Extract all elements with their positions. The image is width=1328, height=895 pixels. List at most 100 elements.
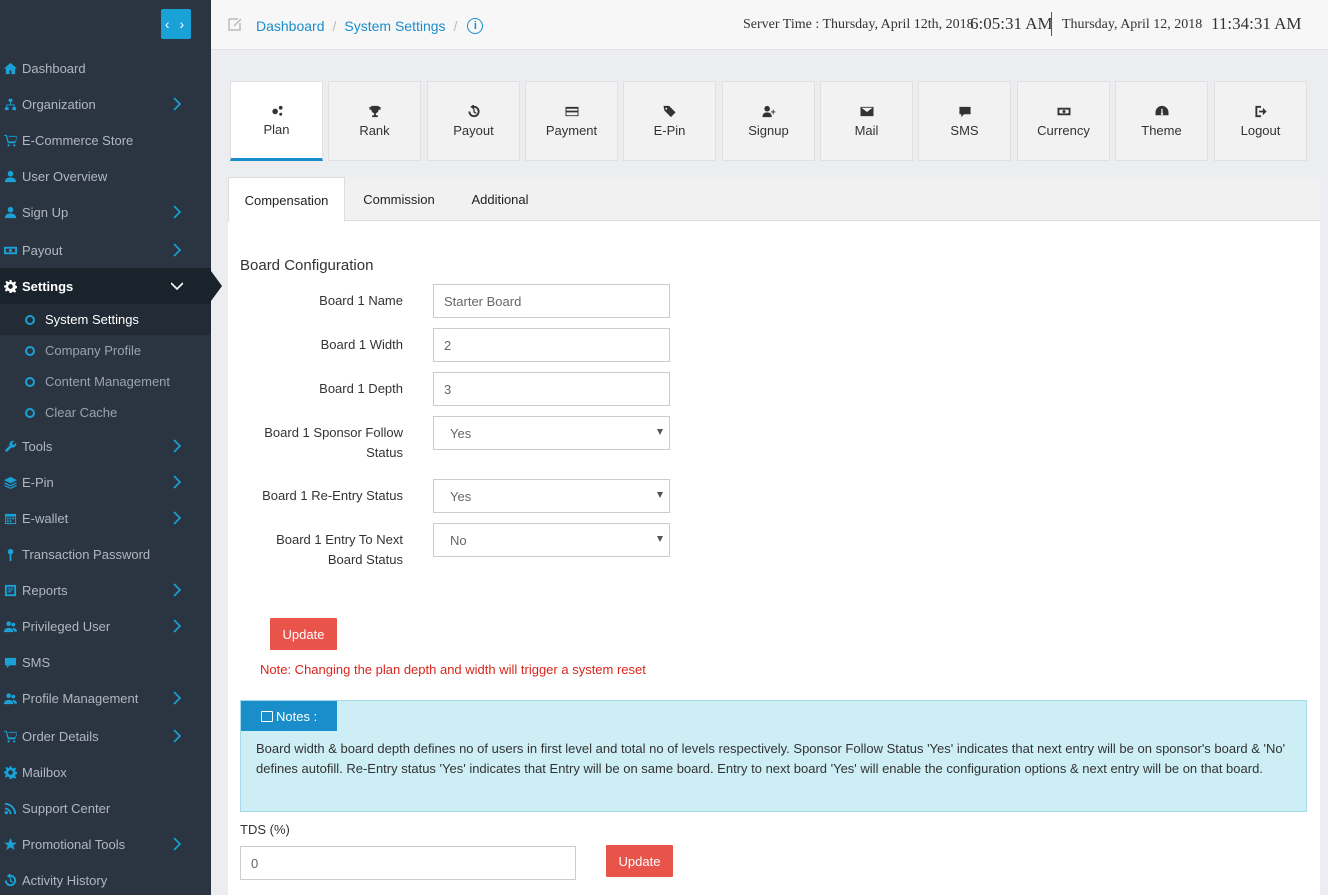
sidebar-subitem-system-settings[interactable]: System Settings (0, 304, 211, 335)
sidebar-item-label: Payout (22, 242, 63, 258)
sponsor-follow-label: Board 1 Sponsor Follow Status (233, 423, 403, 463)
sidebar-item-transaction-password[interactable]: Transaction Password (0, 536, 211, 572)
board-update-button[interactable]: Update (270, 618, 337, 650)
chevron-right-icon (171, 511, 185, 525)
sidebar-item-dashboard[interactable]: Dashboard (0, 50, 211, 86)
layers-icon (3, 475, 17, 489)
local-time: 11:34:31 AM (1211, 14, 1302, 33)
toolbar-signup-button[interactable]: Signup (722, 81, 815, 161)
toolbar-sms-button[interactable]: SMS (918, 81, 1011, 161)
sponsor-follow-label-line2: Status (366, 445, 403, 460)
chevron-right-icon (171, 837, 185, 851)
toolbar-plan-button[interactable]: Plan (230, 81, 323, 161)
sidebar-item-e-pin[interactable]: E-Pin (0, 464, 211, 500)
sidebar-subitem-label: Clear Cache (45, 405, 118, 420)
entry-next-select[interactable]: No (433, 523, 670, 557)
users-icon (3, 691, 17, 705)
home-icon (3, 61, 17, 75)
sponsor-follow-select[interactable]: Yes (433, 416, 670, 450)
sidebar-item-privileged-user[interactable]: Privileged User (0, 608, 211, 644)
board-width-input[interactable] (433, 328, 670, 362)
toolbar-label: SMS (950, 122, 979, 138)
circle-icon (25, 407, 35, 418)
cogs-icon (270, 104, 284, 118)
caret-down-icon (657, 492, 663, 498)
money-icon (1057, 105, 1071, 119)
sidebar-subitem-label: Content Management (45, 374, 171, 389)
sidebar-item-e-wallet[interactable]: E-wallet (0, 500, 211, 536)
sponsor-follow-value: Yes (450, 425, 472, 441)
server-time-label: Server Time : Thursday, April 12th, 2018 (743, 17, 974, 32)
sidebar-item-user-overview[interactable]: User Overview (0, 158, 211, 194)
sidebar-item-reports[interactable]: Reports (0, 572, 211, 608)
sidebar-item-label: Promotional Tools (22, 836, 126, 852)
chevron-right-icon (171, 729, 185, 743)
sidebar-item-label: SMS (22, 654, 51, 670)
notebook-icon (261, 711, 273, 722)
sidebar-subitem-content-management[interactable]: Content Management (0, 366, 211, 397)
sidebar-subitem-company-profile[interactable]: Company Profile (0, 335, 211, 366)
toolbar-label: Payment (545, 122, 598, 138)
chat-icon (3, 655, 17, 669)
toolbar-payment-button[interactable]: Payment (525, 81, 618, 161)
calendar-icon (3, 511, 17, 525)
board-depth-input[interactable] (433, 372, 670, 406)
sidebar-item-e-commerce-store[interactable]: E-Commerce Store (0, 122, 211, 158)
sidebar-item-support-center[interactable]: Support Center (0, 790, 211, 826)
sidebar-toggle-button[interactable]: ‹ › (161, 9, 191, 39)
server-time: 6:05:31 AM (970, 14, 1053, 33)
sidebar-item-sign-up[interactable]: Sign Up (0, 194, 211, 230)
sidebar-item-label: Transaction Password (22, 546, 151, 562)
toolbar-rank-button[interactable]: Rank (328, 81, 421, 161)
sidebar-subitem-clear-cache[interactable]: Clear Cache (0, 397, 211, 428)
info-icon[interactable]: i (467, 17, 484, 34)
breadcrumb-dashboard[interactable]: Dashboard (256, 18, 325, 34)
active-indicator (211, 271, 222, 301)
notes-box: Notes : Board width & board depth define… (240, 700, 1307, 812)
cart-icon (3, 133, 17, 147)
tab-additional[interactable]: Additional (456, 177, 544, 221)
board-configuration-title: Board Configuration (240, 257, 374, 274)
toolbar-mail-button[interactable]: Mail (820, 81, 913, 161)
sidebar-item-mailbox[interactable]: Mailbox (0, 754, 211, 790)
gear-icon (3, 765, 17, 779)
reentry-select[interactable]: Yes (433, 479, 670, 513)
sidebar-item-payout[interactable]: Payout (0, 232, 211, 268)
sign-out-icon (1254, 105, 1268, 119)
sidebar: ‹ › Dashboard Organization E-Commerce Stor… (0, 0, 211, 895)
toolbar-logout-button[interactable]: Logout (1214, 81, 1307, 161)
credit-card-icon (565, 105, 579, 119)
sidebar-item-activity-history[interactable]: Activity History (0, 862, 211, 895)
sidebar-item-settings[interactable]: Settings (0, 268, 211, 304)
sidebar-item-label: Mailbox (22, 764, 67, 780)
divider (1051, 12, 1052, 36)
sidebar-item-sms[interactable]: SMS (0, 644, 211, 680)
user-icon (3, 205, 17, 219)
sidebar-item-organization[interactable]: Organization (0, 86, 211, 122)
tab-commission[interactable]: Commission (354, 177, 444, 221)
breadcrumb-system-settings[interactable]: System Settings (344, 18, 445, 34)
circle-icon (25, 376, 35, 387)
entry-next-label-line1: Board 1 Entry To Next (276, 532, 403, 547)
toolbar-payout-button[interactable]: Payout (427, 81, 520, 161)
toolbar-theme-button[interactable]: Theme (1115, 81, 1208, 161)
toolbar-e-pin-button[interactable]: E-Pin (623, 81, 716, 161)
tds-label: TDS (%) (240, 822, 290, 837)
toolbar-label: Mail (854, 122, 879, 138)
sidebar-item-tools[interactable]: Tools (0, 428, 211, 464)
toolbar-currency-button[interactable]: Currency (1017, 81, 1110, 161)
tds-input[interactable] (240, 846, 576, 880)
tab-compensation[interactable]: Compensation (228, 177, 345, 222)
chevron-right-icon (171, 583, 185, 597)
sidebar-item-order-details[interactable]: Order Details (0, 718, 211, 754)
tds-update-button[interactable]: Update (606, 845, 673, 877)
sponsor-follow-label-line1: Board 1 Sponsor Follow (264, 425, 403, 440)
sidebar-item-profile-management[interactable]: Profile Management (0, 680, 211, 716)
toolbar-label: Currency (1037, 122, 1090, 138)
sidebar-item-promotional-tools[interactable]: Promotional Tools (0, 826, 211, 862)
key-icon (3, 547, 17, 561)
board-name-input[interactable] (433, 284, 670, 318)
report-icon (3, 583, 17, 597)
notes-tag: Notes : (241, 701, 337, 731)
sidebar-item-label: Order Details (22, 728, 99, 744)
